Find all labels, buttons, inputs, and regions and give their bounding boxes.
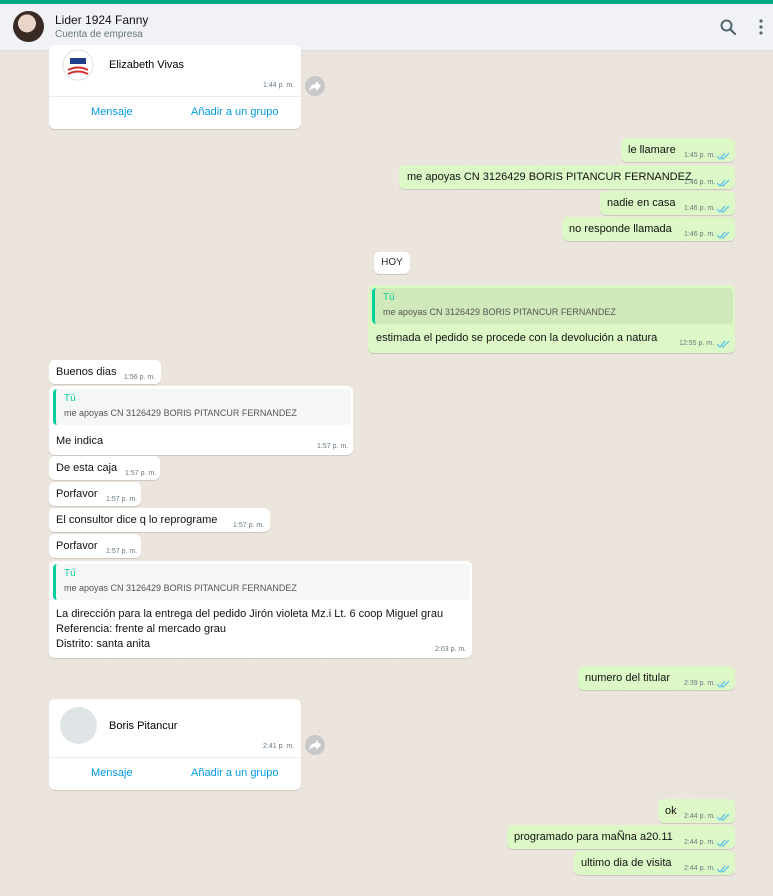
read-ticks-icon bbox=[717, 813, 730, 821]
message-text: me apoyas CN 3126429 BORIS PITANCUR FERN… bbox=[407, 171, 692, 183]
message-time: 1:57 p. m. bbox=[106, 548, 138, 555]
outgoing-message[interactable]: ultimo dia de visita 2:44 p. m. bbox=[574, 851, 735, 875]
message-text-line: La dirección para la entrega del pedido … bbox=[56, 608, 444, 620]
message-text: ultimo dia de visita bbox=[581, 857, 672, 869]
message-text: Porfavor bbox=[56, 540, 98, 552]
menu-dots-icon[interactable] bbox=[756, 18, 766, 36]
outgoing-message[interactable]: programado para maÑna a20.11 2:44 p. m. bbox=[507, 825, 735, 849]
message-time: 2:03 p. m. bbox=[435, 646, 467, 653]
incoming-message[interactable]: El consultor dice q lo reprograme 1:57 p… bbox=[49, 508, 270, 532]
message-time: 1:44 p. m. bbox=[263, 82, 295, 89]
message-time: 1:57 p. m. bbox=[125, 470, 157, 477]
quote-text: me apoyas CN 3126429 BORIS PITANCUR FERN… bbox=[383, 307, 616, 317]
message-text: Me indica bbox=[56, 435, 104, 447]
outgoing-message[interactable]: nadie en casa 1:46 p. m. bbox=[600, 191, 735, 215]
chat-area[interactable]: Elizabeth Vivas 1:44 p. m. Mensaje Añadi… bbox=[0, 45, 773, 896]
contact-card-name: Elizabeth Vivas bbox=[109, 59, 185, 71]
message-time: 2:41 p. m. bbox=[263, 743, 295, 750]
message-time: 2:44 p. m. bbox=[684, 813, 716, 820]
incoming-message[interactable]: De esta caja 1:57 p. m. bbox=[49, 456, 160, 480]
message-text: De esta caja bbox=[56, 462, 118, 474]
message-text: le llamare bbox=[628, 144, 676, 156]
incoming-message[interactable]: Porfavor 1:57 p. m. bbox=[49, 482, 141, 506]
quoted-message[interactable]: Tú me apoyas CN 3126429 BORIS PITANCUR F… bbox=[53, 389, 351, 425]
incoming-reply-message[interactable]: Tú me apoyas CN 3126429 BORIS PITANCUR F… bbox=[49, 386, 353, 455]
message-time: 1:45 p. m. bbox=[684, 152, 716, 159]
contact-card[interactable]: Boris Pitancur 2:41 p. m. Mensaje Añadir… bbox=[49, 699, 301, 790]
incoming-reply-message[interactable]: Tú me apoyas CN 3126429 BORIS PITANCUR F… bbox=[49, 561, 472, 658]
quote-text: me apoyas CN 3126429 BORIS PITANCUR FERN… bbox=[64, 583, 297, 593]
outgoing-message[interactable]: no responde llamada 1:46 p. m. bbox=[562, 217, 735, 241]
quote-text: me apoyas CN 3126429 BORIS PITANCUR FERN… bbox=[64, 408, 297, 418]
card-message-button[interactable]: Mensaje bbox=[91, 767, 133, 779]
quote-author: Tú bbox=[383, 292, 395, 303]
outgoing-message[interactable]: me apoyas CN 3126429 BORIS PITANCUR FERN… bbox=[399, 165, 735, 189]
forward-button[interactable] bbox=[305, 76, 325, 96]
quote-author: Tú bbox=[64, 568, 76, 579]
quoted-message[interactable]: Tú me apoyas CN 3126429 BORIS PITANCUR F… bbox=[53, 564, 470, 600]
forward-icon bbox=[309, 81, 321, 91]
message-time: 1:46 p. m. bbox=[684, 205, 716, 212]
card-add-to-group-button[interactable]: Añadir a un grupo bbox=[191, 106, 278, 118]
message-text: El consultor dice q lo reprograme bbox=[56, 514, 218, 526]
quoted-message[interactable]: Tú me apoyas CN 3126429 BORIS PITANCUR F… bbox=[372, 288, 733, 324]
contact-card-avatar bbox=[60, 707, 97, 744]
incoming-message[interactable]: Porfavor 1:57 p. m. bbox=[49, 534, 141, 558]
message-time: 1:46 p. m. bbox=[684, 231, 716, 238]
card-message-button[interactable]: Mensaje bbox=[91, 106, 133, 118]
forward-icon bbox=[309, 740, 321, 750]
forward-button[interactable] bbox=[305, 735, 325, 755]
message-text: nadie en casa bbox=[607, 197, 676, 209]
outgoing-message[interactable]: ok 2:44 p. m. bbox=[658, 799, 735, 823]
message-text: programado para maÑna a20.11 bbox=[514, 831, 673, 843]
contact-subtitle: Cuenta de empresa bbox=[55, 29, 143, 40]
outgoing-message[interactable]: numero del titular 2:39 p. m. bbox=[578, 666, 735, 690]
outgoing-reply-message[interactable]: Tú me apoyas CN 3126429 BORIS PITANCUR F… bbox=[368, 285, 735, 353]
message-time: 12:55 p. m. bbox=[679, 340, 715, 347]
contact-card[interactable]: Elizabeth Vivas 1:44 p. m. Mensaje Añadi… bbox=[49, 45, 301, 129]
message-time: 1:56 p. m. bbox=[124, 374, 156, 381]
message-text: numero del titular bbox=[585, 672, 670, 684]
message-time: 1:57 p. m. bbox=[106, 496, 138, 503]
card-add-to-group-button[interactable]: Añadir a un grupo bbox=[191, 767, 278, 779]
read-ticks-icon bbox=[717, 152, 730, 160]
read-ticks-icon bbox=[717, 231, 730, 239]
message-text-line: Distrito: santa anita bbox=[56, 638, 151, 650]
quote-author: Tú bbox=[64, 393, 76, 404]
outgoing-message[interactable]: le llamare 1:45 p. m. bbox=[621, 138, 735, 162]
read-ticks-icon bbox=[717, 179, 730, 187]
day-separator: HOY bbox=[374, 252, 410, 274]
incoming-message[interactable]: Buenos dias 1:56 p. m. bbox=[49, 360, 161, 384]
message-time: 2:44 p. m. bbox=[684, 865, 716, 872]
card-divider bbox=[49, 96, 301, 97]
card-divider bbox=[49, 757, 301, 758]
message-text: Porfavor bbox=[56, 488, 98, 500]
read-ticks-icon bbox=[717, 865, 730, 873]
message-time: 2:44 p. m. bbox=[684, 839, 716, 846]
search-icon[interactable] bbox=[719, 18, 737, 36]
read-ticks-icon bbox=[717, 340, 730, 348]
read-ticks-icon bbox=[717, 680, 730, 688]
contact-name[interactable]: Lider 1924 Fanny bbox=[55, 13, 148, 27]
message-text-line: Referencia: frente al mercado grau bbox=[56, 623, 226, 635]
contact-card-logo bbox=[62, 49, 94, 81]
message-time: 1:57 p. m. bbox=[317, 443, 349, 450]
message-time: 2:39 p. m. bbox=[684, 680, 716, 687]
contact-avatar[interactable] bbox=[13, 11, 44, 42]
message-time: 1:57 p. m. bbox=[233, 522, 265, 529]
message-text: no responde llamada bbox=[569, 223, 672, 235]
read-ticks-icon bbox=[717, 839, 730, 847]
message-text: Buenos dias bbox=[56, 366, 117, 378]
read-ticks-icon bbox=[717, 205, 730, 213]
contact-card-name: Boris Pitancur bbox=[109, 720, 178, 732]
chat-header[interactable]: Lider 1924 Fanny Cuenta de empresa bbox=[0, 4, 773, 51]
message-time: 1:46 p. m. bbox=[684, 179, 716, 186]
message-text: ok bbox=[665, 805, 677, 817]
message-text: estimada el pedido se procede con la dev… bbox=[376, 332, 658, 344]
